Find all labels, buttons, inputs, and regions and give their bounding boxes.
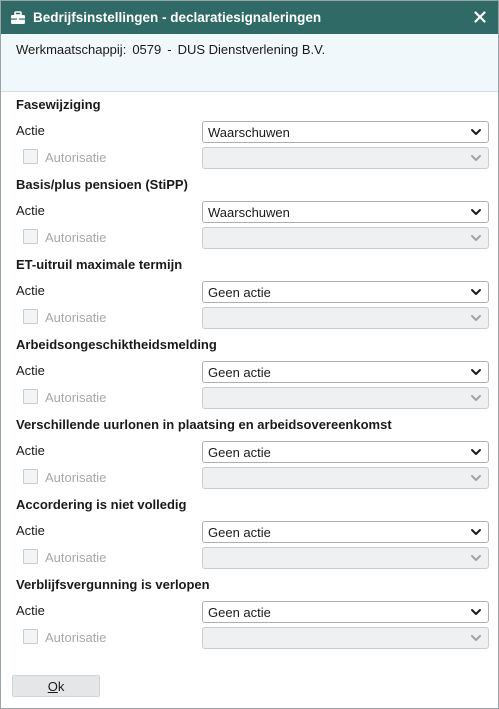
ok-label: k	[57, 678, 65, 694]
autorisatie-checkbox[interactable]	[23, 229, 38, 244]
autorisatie-label: Autorisatie	[45, 390, 107, 405]
chevron-down-icon	[470, 606, 482, 618]
section-title: Verblijfsvergunning is verlopen	[16, 577, 210, 592]
section-title: Verschillende uurlonen in plaatsing en a…	[16, 417, 392, 432]
actie-label: Actie	[16, 203, 45, 218]
autorisatie-select[interactable]	[202, 307, 489, 329]
briefcase-icon	[9, 10, 27, 26]
autorisatie-label: Autorisatie	[45, 310, 107, 325]
section-title: Accordering is niet volledig	[16, 497, 187, 512]
chevron-down-icon	[470, 552, 482, 564]
chevron-down-icon	[470, 472, 482, 484]
section-title: Fasewijziging	[16, 97, 101, 112]
autorisatie-select[interactable]	[202, 627, 489, 649]
actie-label: Actie	[16, 523, 45, 538]
autorisatie-checkbox[interactable]	[23, 549, 38, 564]
actie-select[interactable]: Waarschuwen	[202, 121, 489, 143]
signal-section: Fasewijziging Actie Waarschuwen Autorisatie	[1, 93, 498, 173]
company-name: DUS Dienstverlening B.V.	[177, 42, 326, 57]
section-title: ET-uitruil maximale termijn	[16, 257, 183, 272]
autorisatie-select[interactable]	[202, 227, 489, 249]
signal-section: ET-uitruil maximale termijn Actie Geen act…	[1, 253, 498, 333]
company-number: 0579	[132, 42, 162, 57]
autorisatie-select[interactable]	[202, 147, 489, 169]
actie-select-value: Waarschuwen	[208, 204, 290, 220]
company-header: Werkmaatschappij: 0579- DUS Dienstverlenin…	[1, 34, 498, 92]
chevron-down-icon	[470, 232, 482, 244]
chevron-down-icon	[470, 312, 482, 324]
autorisatie-checkbox[interactable]	[23, 309, 38, 324]
chevron-down-icon	[470, 366, 482, 378]
actie-select-value: Waarschuwen	[208, 124, 290, 140]
actie-select[interactable]: Geen actie	[202, 601, 489, 623]
actie-label: Actie	[16, 443, 45, 458]
actie-select-value: Geen actie	[208, 524, 271, 540]
autorisatie-label: Autorisatie	[45, 630, 107, 645]
signal-section: Arbeidsongeschiktheidsmelding Actie Geen a…	[1, 333, 498, 413]
actie-select-value: Geen actie	[208, 604, 271, 620]
chevron-down-icon	[470, 152, 482, 164]
signal-section: Accordering is niet volledig Actie Geen ac…	[1, 493, 498, 573]
actie-label: Actie	[16, 123, 45, 138]
separator: -	[167, 42, 172, 57]
actie-select-value: Geen actie	[208, 444, 271, 460]
chevron-down-icon	[470, 206, 482, 218]
company-label: Werkmaatschappij:	[16, 42, 127, 57]
autorisatie-label: Autorisatie	[45, 470, 107, 485]
ok-button[interactable]: Ok	[12, 675, 100, 697]
close-icon	[474, 11, 486, 23]
actie-select[interactable]: Waarschuwen	[202, 201, 489, 223]
chevron-down-icon	[470, 392, 482, 404]
title-bar[interactable]: Bedrijfsinstellingen - declaratiesignale…	[1, 1, 498, 34]
autorisatie-select[interactable]	[202, 547, 489, 569]
chevron-down-icon	[470, 526, 482, 538]
chevron-down-icon	[470, 632, 482, 644]
actie-select[interactable]: Geen actie	[202, 281, 489, 303]
actie-select-value: Geen actie	[208, 284, 271, 300]
actie-select[interactable]: Geen actie	[202, 521, 489, 543]
section-title: Basis/plus pensioen (StiPP)	[16, 177, 188, 192]
chevron-down-icon	[470, 126, 482, 138]
autorisatie-select[interactable]	[202, 387, 489, 409]
signal-section: Verblijfsvergunning is verlopen Actie Geen…	[1, 573, 498, 653]
actie-label: Actie	[16, 283, 45, 298]
actie-select-value: Geen actie	[208, 364, 271, 380]
autorisatie-checkbox[interactable]	[23, 149, 38, 164]
ok-accelerator: O	[47, 678, 58, 694]
actie-label: Actie	[16, 603, 45, 618]
settings-dialog: Bedrijfsinstellingen - declaratiesignale…	[0, 0, 499, 709]
section-title: Arbeidsongeschiktheidsmelding	[16, 337, 217, 352]
chevron-down-icon	[470, 286, 482, 298]
chevron-down-icon	[470, 446, 482, 458]
autorisatie-checkbox[interactable]	[23, 469, 38, 484]
close-button[interactable]	[471, 7, 489, 27]
autorisatie-label: Autorisatie	[45, 150, 107, 165]
actie-label: Actie	[16, 363, 45, 378]
autorisatie-select[interactable]	[202, 467, 489, 489]
autorisatie-label: Autorisatie	[45, 230, 107, 245]
autorisatie-checkbox[interactable]	[23, 389, 38, 404]
signal-section: Verschillende uurlonen in plaatsing en a…	[1, 413, 498, 493]
autorisatie-label: Autorisatie	[45, 550, 107, 565]
window-title: Bedrijfsinstellingen - declaratiesignale…	[33, 10, 322, 25]
autorisatie-checkbox[interactable]	[23, 629, 38, 644]
actie-select[interactable]: Geen actie	[202, 361, 489, 383]
actie-select[interactable]: Geen actie	[202, 441, 489, 463]
signal-section: Basis/plus pensioen (StiPP) Actie Waarschu…	[1, 173, 498, 253]
